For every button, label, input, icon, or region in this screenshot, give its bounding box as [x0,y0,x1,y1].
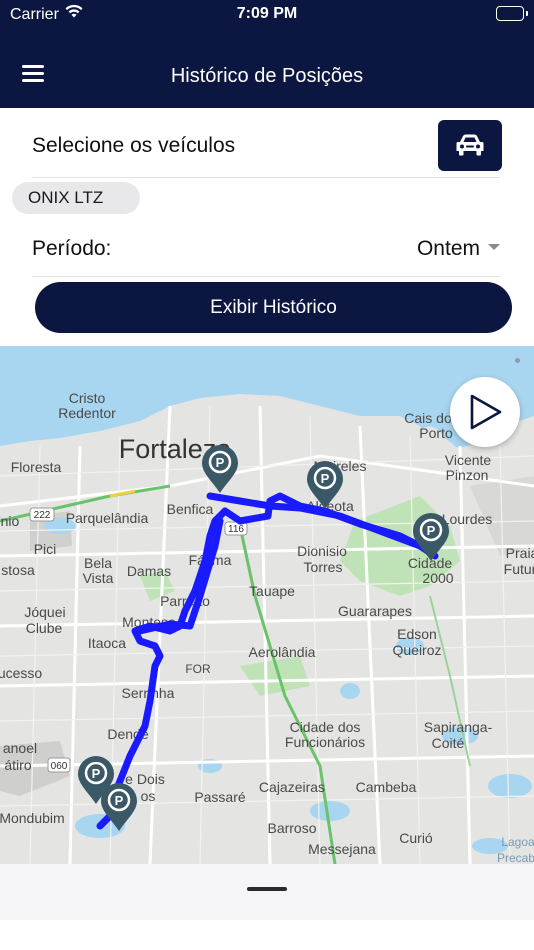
svg-text:Vicente: Vicente [445,452,492,468]
svg-text:Sapiranga-: Sapiranga- [424,719,493,735]
svg-text:Coité: Coité [432,735,465,751]
svg-text:Queiroz: Queiroz [392,642,441,658]
svg-text:anoel: anoel [3,740,37,756]
clock: 7:09 PM [236,5,298,22]
svg-text:Parquelândia: Parquelândia [66,510,149,526]
svg-text:Precab: Precab [497,851,534,864]
show-history-button[interactable]: Exibir Histórico [35,282,512,333]
svg-text:P: P [92,766,101,781]
svg-text:Jóquei: Jóquei [24,604,65,620]
svg-text:P: P [427,523,436,538]
svg-text:Messejana: Messejana [308,841,376,857]
svg-text:Benfica: Benfica [167,501,214,517]
svg-text:FOR: FOR [185,662,211,676]
svg-text:Porto: Porto [419,425,453,441]
select-vehicles-button[interactable] [438,120,502,171]
vehicle-selector-label: Selecione os veículos [32,134,236,157]
svg-text:Damas: Damas [127,563,171,579]
svg-text:Barroso: Barroso [267,820,316,836]
car-icon [456,134,484,156]
svg-text:Pinzon: Pinzon [446,467,489,483]
svg-text:Cajazeiras: Cajazeiras [259,779,325,795]
svg-text:2000: 2000 [422,570,453,586]
svg-text:ínio: ínio [0,513,19,529]
svg-text:P: P [115,793,124,808]
bottom-sheet-body [0,920,534,950]
svg-text:os: os [141,788,156,804]
play-route-button[interactable] [450,377,520,447]
parking-marker-icon[interactable]: P [200,443,240,495]
page-title: Histórico de Posições [170,65,364,87]
play-icon [470,394,502,430]
svg-text:Passaré: Passaré [194,789,246,805]
svg-text:Pici: Pici [34,541,57,557]
svg-text:Praia: Praia [506,545,534,561]
svg-text:P: P [321,471,330,486]
map-compass-dot [515,358,520,363]
navigation-bar: Histórico de Posições [0,30,534,108]
period-value: Ontem [416,237,480,260]
svg-text:Bela: Bela [84,555,112,571]
svg-text:Edson: Edson [397,626,437,642]
svg-text:P: P [216,455,225,470]
svg-text:116: 116 [228,524,244,535]
parking-marker-icon[interactable]: P [99,781,139,833]
battery-icon [496,6,528,21]
svg-text:Dionisio: Dionisio [297,543,347,559]
svg-text:átiro: átiro [4,757,31,773]
svg-text:Cidade dos: Cidade dos [290,719,361,735]
svg-text:Torres: Torres [304,559,343,575]
svg-text:stosa: stosa [1,562,35,578]
svg-text:ucesso: ucesso [0,665,42,681]
svg-text:Guararapes: Guararapes [338,603,412,619]
svg-text:Vista: Vista [83,570,114,586]
svg-text:Clube: Clube [26,620,63,636]
svg-text:Futur: Futur [504,561,534,577]
period-label: Período: [32,237,112,260]
svg-text:Lagoa: Lagoa [501,835,534,849]
svg-text:Redentor: Redentor [58,405,116,421]
bottom-sheet-handle[interactable] [247,887,287,891]
parking-marker-icon[interactable]: P [305,459,345,511]
svg-text:Itaoca: Itaoca [88,635,126,651]
parking-marker-icon[interactable]: P [411,511,451,563]
svg-text:Cambeba: Cambeba [356,779,417,795]
period-select[interactable]: Ontem [417,237,500,261]
svg-text:Floresta: Floresta [11,459,62,475]
svg-text:Curió: Curió [399,830,433,846]
svg-text:Mondubim: Mondubim [0,810,65,826]
svg-text:Cristo: Cristo [69,390,106,406]
vehicle-selector-row: Selecione os veículos [32,110,502,178]
svg-text:Cais do: Cais do [404,410,452,426]
chevron-down-icon [488,244,500,251]
bottom-sheet [0,864,534,950]
svg-text:Tauape: Tauape [249,583,295,599]
status-bar: Carrier 7:09 PM [0,0,534,30]
period-row: Período: Ontem [32,220,500,277]
svg-text:060: 060 [51,761,68,772]
svg-text:222: 222 [34,510,51,521]
vehicle-chip-onix-ltz[interactable]: ONIX LTZ [12,182,140,214]
svg-text:Funcionários: Funcionários [285,734,365,750]
svg-text:Aerolândia: Aerolândia [249,644,316,660]
